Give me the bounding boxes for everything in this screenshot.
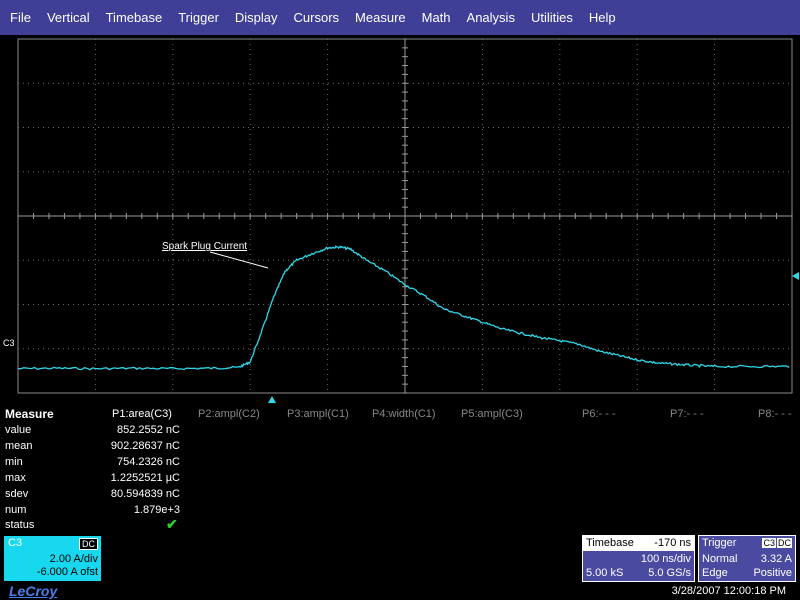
row-label-sdev: sdev xyxy=(5,488,29,500)
param-p8[interactable]: P8:- - - xyxy=(758,408,792,420)
trigger-mode: Normal xyxy=(702,553,738,565)
menu-vertical[interactable]: Vertical xyxy=(39,10,98,25)
trigger-coupling: DC xyxy=(777,538,792,548)
timebase-title: Timebase xyxy=(586,537,634,549)
row-label-min: min xyxy=(5,456,23,468)
param-p2[interactable]: P2:ampl(C2) xyxy=(198,408,260,420)
menu-measure[interactable]: Measure xyxy=(347,10,414,25)
menu-display[interactable]: Display xyxy=(227,10,286,25)
row-value-min: 754.2326 nC xyxy=(117,456,180,468)
row-label-mean: mean xyxy=(5,440,33,452)
trigger-slope: Positive xyxy=(753,567,792,579)
menu-analysis[interactable]: Analysis xyxy=(459,10,523,25)
row-value-mean: 902.28637 nC xyxy=(110,440,180,452)
trigger-type: Edge xyxy=(702,567,728,579)
param-p4[interactable]: P4:width(C1) xyxy=(372,408,436,420)
menu-trigger[interactable]: Trigger xyxy=(170,10,227,25)
param-p5[interactable]: P5:ampl(C3) xyxy=(461,408,523,420)
waveform-grid xyxy=(17,38,799,403)
row-label-status: status xyxy=(5,519,35,531)
menu-file[interactable]: File xyxy=(2,10,39,25)
row-value-max: 1.2252521 µC xyxy=(110,472,180,484)
row-label-max: max xyxy=(5,472,26,484)
row-value-num: 1.879e+3 xyxy=(133,504,180,516)
status-check-icon: ✔ xyxy=(166,516,178,532)
trigger-level-marker xyxy=(792,272,799,280)
channel-marker: C3 xyxy=(3,338,15,348)
menu-cursors[interactable]: Cursors xyxy=(286,10,348,25)
waveform-trace xyxy=(17,245,790,371)
param-p7[interactable]: P7:- - - xyxy=(670,408,704,420)
channel-c3-box[interactable]: C3 DC 2.00 A/div -6.000 A ofst xyxy=(4,536,101,581)
menu-math[interactable]: Math xyxy=(414,10,459,25)
volts-per-div: 2.00 A/div xyxy=(49,553,98,565)
timebase-offset: -170 ns xyxy=(654,537,691,549)
timebase-box[interactable]: Timebase -170 ns 100 ns/div 5.00 kS 5.0 … xyxy=(582,535,695,582)
param-p1[interactable]: P1:area(C3) xyxy=(112,408,172,420)
trace-label[interactable]: Spark Plug Current xyxy=(162,241,247,252)
trigger-title: Trigger xyxy=(702,537,737,549)
sample-count: 5.00 kS xyxy=(586,567,624,579)
trigger-source-channel: C3 xyxy=(762,538,776,548)
trigger-level: 3.32 A xyxy=(760,553,792,565)
menu-utilities[interactable]: Utilities xyxy=(523,10,581,25)
menu-bar: File Vertical Timebase Trigger Display C… xyxy=(0,0,800,35)
trigger-source: C3 DC xyxy=(761,538,792,548)
trigger-box[interactable]: Trigger C3 DC Normal 3.32 A Edge Positive xyxy=(698,535,796,582)
timebase-header: Timebase -170 ns xyxy=(583,536,694,551)
lecroy-logo: LeCroy xyxy=(9,583,58,599)
menu-timebase[interactable]: Timebase xyxy=(98,10,171,25)
param-p3[interactable]: P3:ampl(C1) xyxy=(287,408,349,420)
waveform-display[interactable] xyxy=(0,35,800,405)
row-value-value: 852.2552 nC xyxy=(117,424,180,436)
channel-name: C3 xyxy=(8,537,23,549)
param-p6[interactable]: P6:- - - xyxy=(582,408,616,420)
measure-panel: Measure P1:area(C3) P2:ampl(C2) P3:ampl(… xyxy=(0,405,800,535)
coupling-badge: DC xyxy=(79,538,98,550)
row-label-value: value xyxy=(5,424,32,436)
row-label-num: num xyxy=(5,504,27,516)
trigger-position-marker xyxy=(268,396,276,403)
menu-help[interactable]: Help xyxy=(581,10,624,25)
sample-rate: 5.0 GS/s xyxy=(648,567,691,579)
timestamp: 3/28/2007 12:00:18 PM xyxy=(671,585,786,597)
channel-offset: -6.000 A ofst xyxy=(36,566,98,578)
row-value-sdev: 80.594839 nC xyxy=(110,488,180,500)
measure-title: Measure xyxy=(5,407,54,421)
time-per-div: 100 ns/div xyxy=(640,553,691,565)
